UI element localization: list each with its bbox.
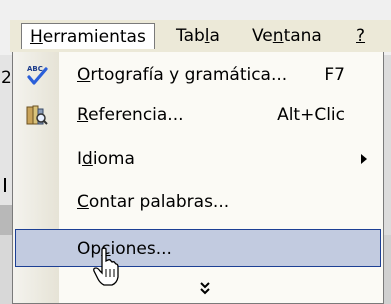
spelling-check-icon: ABC: [27, 65, 48, 85]
menu-label: Tabla: [176, 26, 220, 46]
background-document-edge: [384, 235, 391, 304]
menu-item-spelling[interactable]: ABC Ortografía y gramática... F7: [15, 56, 381, 94]
chevron-double-down-icon[interactable]: [195, 278, 215, 298]
menu-item-options[interactable]: Opciones...: [15, 229, 381, 267]
menu-ventana[interactable]: Ventana: [244, 23, 330, 49]
menu-label: Herramientas: [30, 27, 146, 47]
menu-tabla[interactable]: Tabla: [168, 23, 228, 49]
research-books-icon: [26, 105, 48, 125]
background-document-edge: [0, 205, 12, 235]
menu-help[interactable]: ?: [348, 23, 373, 49]
menu-herramientas[interactable]: Herramientas: [21, 23, 155, 49]
background-text: 2: [1, 68, 12, 88]
hand-cursor-icon: [93, 247, 119, 286]
menu-item-shortcut: Alt+Clic: [277, 105, 345, 125]
menu-item-language[interactable]: Idioma: [15, 140, 381, 178]
menu-item-word-count[interactable]: Contar palabras...: [15, 183, 381, 221]
background-document-edge: [384, 55, 391, 235]
menu-item-research[interactable]: Referencia... Alt+Clic: [15, 96, 381, 134]
background-mark: [4, 178, 6, 192]
menu-item-label: Ortografía y gramática...: [77, 65, 288, 85]
svg-text:ABC: ABC: [27, 65, 43, 73]
menu-item-label: Referencia...: [77, 105, 184, 125]
menu-item-shortcut: F7: [324, 65, 345, 85]
menu-item-label: Opciones...: [77, 239, 172, 259]
menu-item-label: Idioma: [77, 149, 135, 169]
menu-label: Ventana: [252, 26, 322, 46]
background-document-edge: [0, 235, 12, 304]
menu-bar: Herramientas Tabla Ventana ?: [10, 20, 391, 52]
menu-label: ?: [356, 26, 366, 46]
submenu-arrow-icon: [361, 154, 367, 164]
tools-dropdown-menu: ABC Ortografía y gramática... F7 Referen…: [12, 52, 384, 304]
menu-item-label: Contar palabras...: [77, 192, 230, 212]
